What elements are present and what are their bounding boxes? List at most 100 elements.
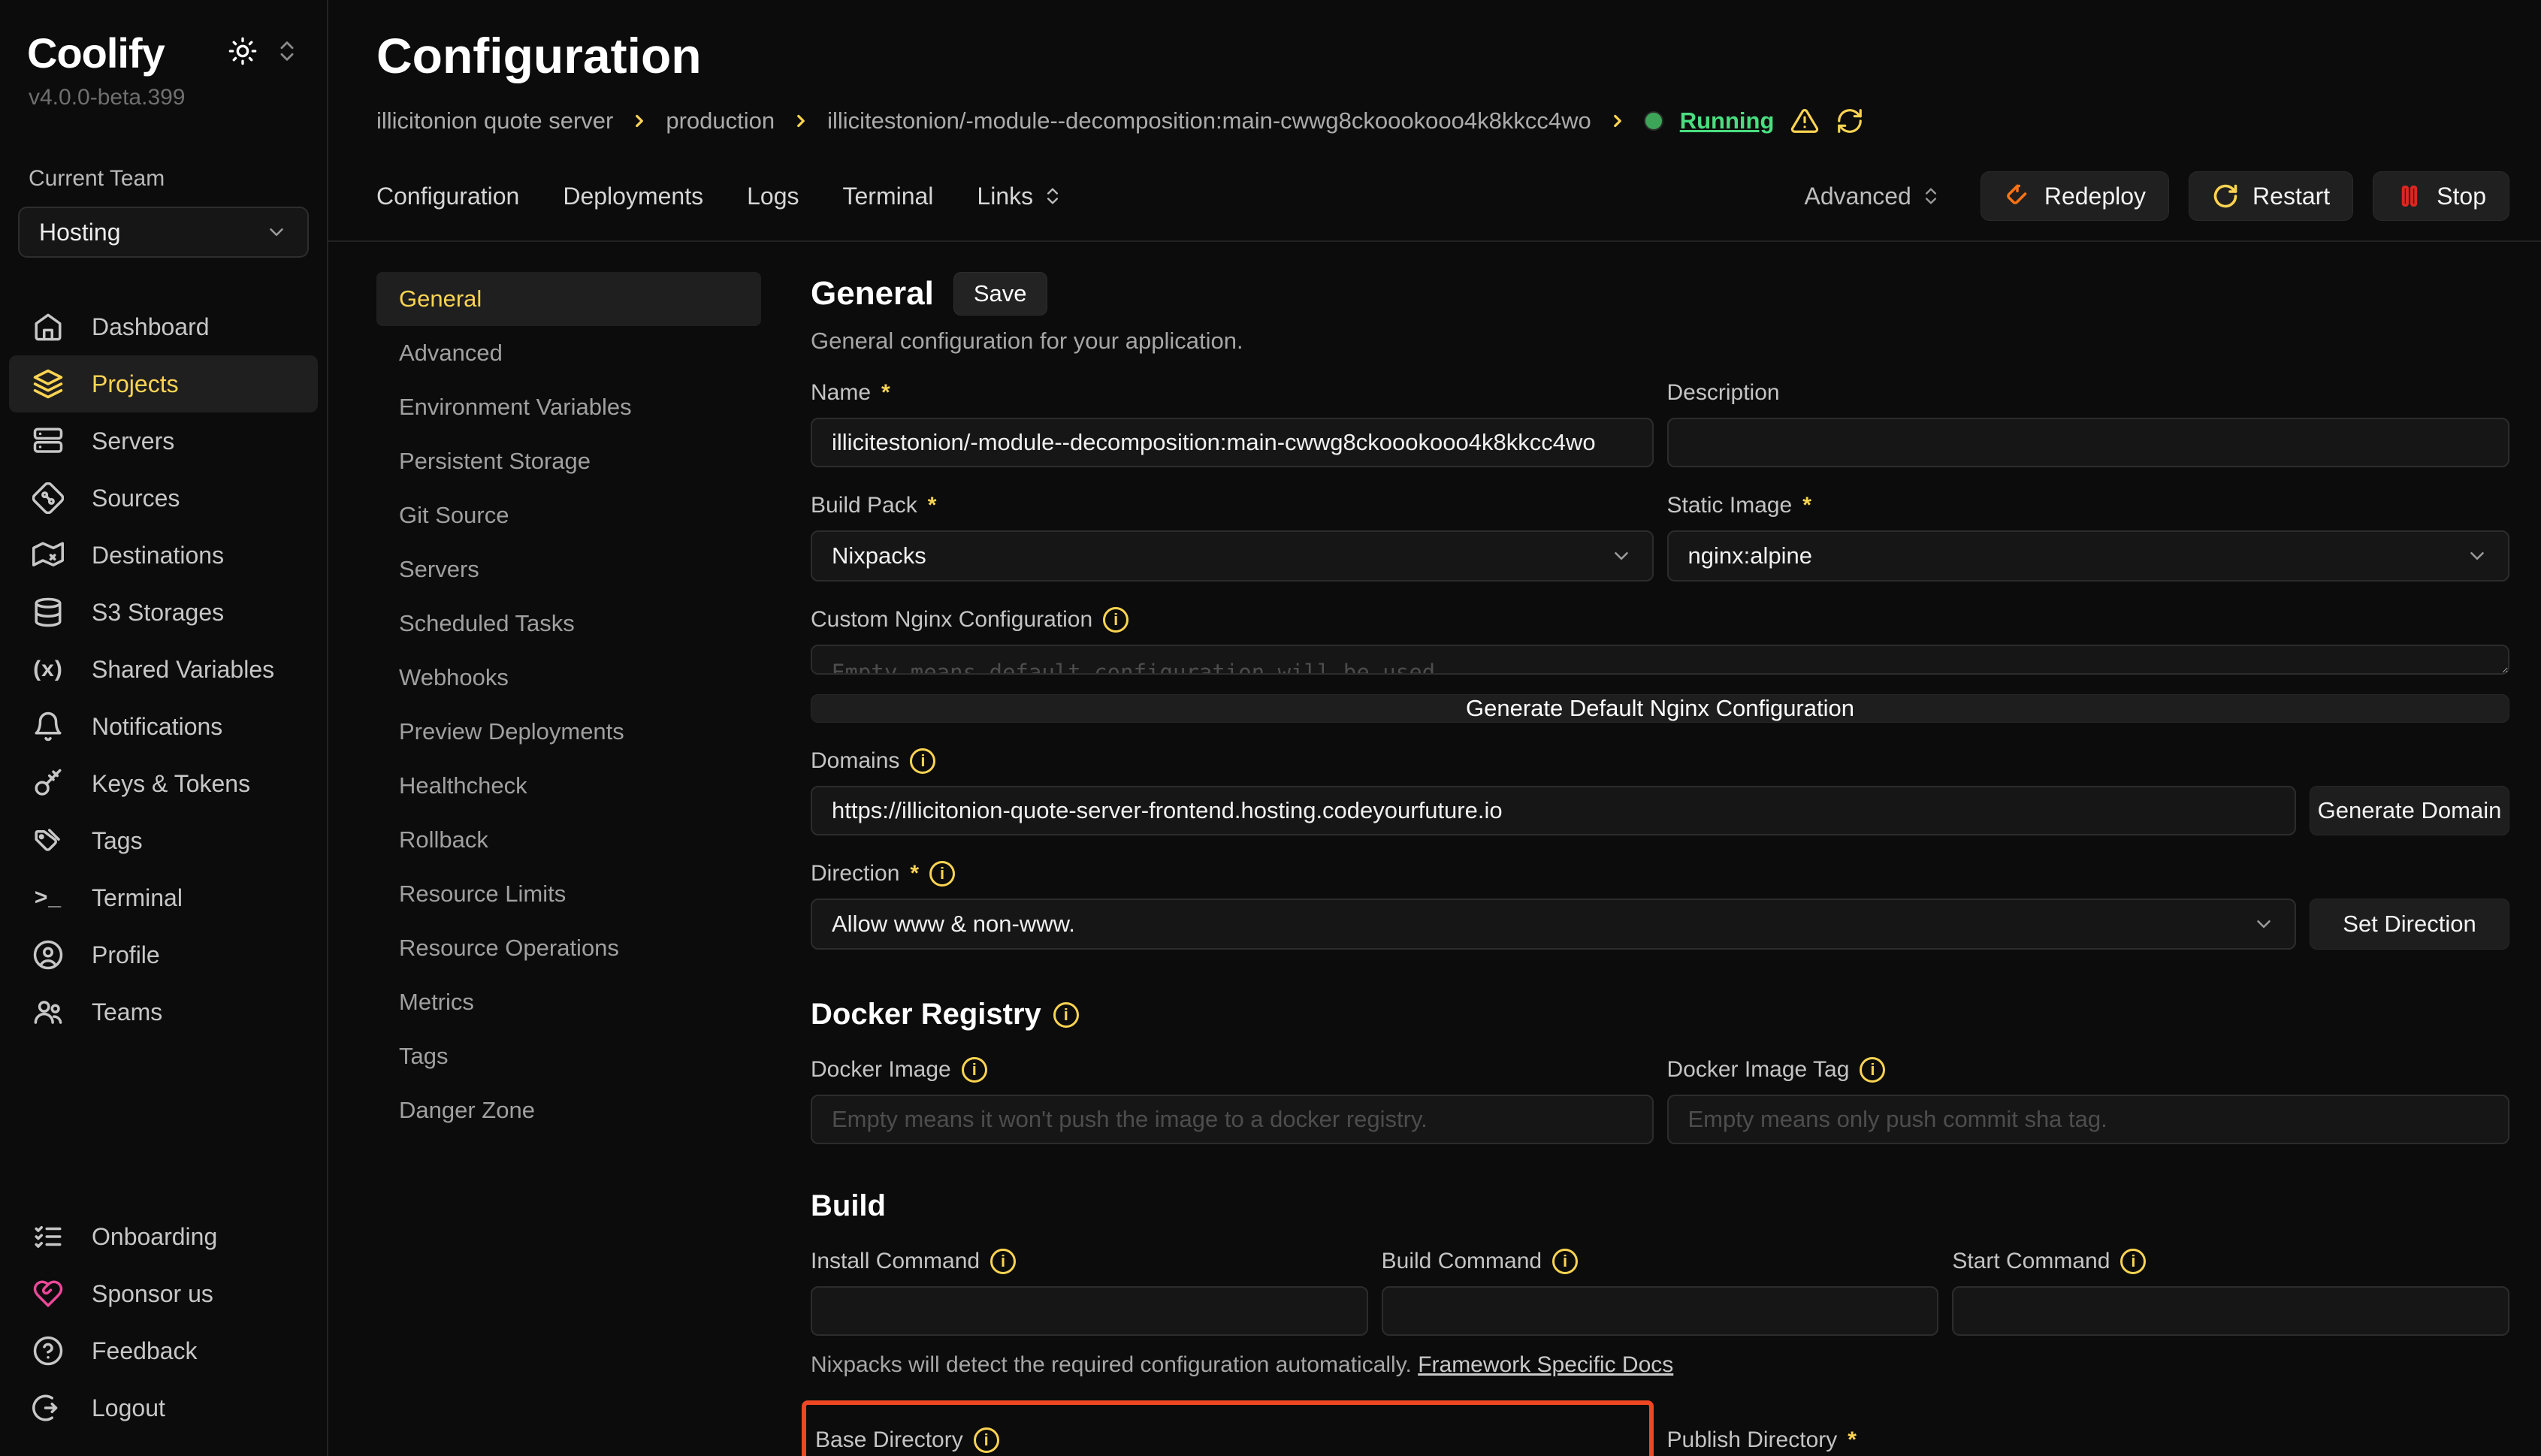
- tab-configuration[interactable]: Configuration: [376, 183, 519, 210]
- section-nav-healthcheck[interactable]: Healthcheck: [376, 759, 761, 813]
- theme-toggle-sun-icon[interactable]: [228, 36, 258, 66]
- section-nav-resource-operations[interactable]: Resource Operations: [376, 921, 761, 975]
- domains-input[interactable]: [811, 786, 2296, 835]
- sidebar-item-shared-variables[interactable]: (x) Shared Variables: [9, 641, 318, 698]
- status-dot: [1644, 111, 1663, 131]
- sidebar-item-label: Teams: [92, 998, 162, 1026]
- info-icon[interactable]: [910, 748, 935, 774]
- save-button[interactable]: Save: [953, 272, 1047, 316]
- section-nav-resource-limits[interactable]: Resource Limits: [376, 867, 761, 921]
- build-command-input[interactable]: [1382, 1286, 1939, 1336]
- sidebar-item-onboarding[interactable]: Onboarding: [9, 1208, 318, 1265]
- tab-deployments[interactable]: Deployments: [563, 183, 703, 210]
- docker-image-tag-input[interactable]: [1667, 1095, 2510, 1144]
- section-nav-scheduled-tasks[interactable]: Scheduled Tasks: [376, 597, 761, 651]
- info-icon[interactable]: [1860, 1057, 1885, 1083]
- publish-directory-label: Publish Directory*: [1667, 1427, 2510, 1453]
- required-marker: *: [1848, 1427, 1857, 1453]
- section-nav-preview-deployments[interactable]: Preview Deployments: [376, 705, 761, 759]
- advanced-dropdown-label: Advanced: [1805, 183, 1911, 210]
- stop-button[interactable]: Stop: [2373, 171, 2509, 221]
- breadcrumb-resource[interactable]: illicitestonion/-module--decomposition:m…: [827, 107, 1591, 134]
- tab-logs[interactable]: Logs: [747, 183, 799, 210]
- static-image-select[interactable]: nginx:alpine: [1667, 530, 2510, 581]
- section-nav-danger-zone[interactable]: Danger Zone: [376, 1083, 761, 1137]
- generate-domain-button[interactable]: Generate Domain: [2310, 786, 2509, 835]
- breadcrumb-environment[interactable]: production: [666, 107, 775, 134]
- refresh-icon[interactable]: [1836, 107, 1864, 135]
- sidebar-item-notifications[interactable]: Notifications: [9, 698, 318, 755]
- section-nav-persistent-storage[interactable]: Persistent Storage: [376, 434, 761, 488]
- team-select[interactable]: Hosting: [18, 207, 309, 258]
- chevron-down-icon: [2252, 913, 2275, 935]
- section-nav-metrics[interactable]: Metrics: [376, 975, 761, 1029]
- start-command-input[interactable]: [1952, 1286, 2509, 1336]
- section-nav-rollback[interactable]: Rollback: [376, 813, 761, 867]
- general-settings-form: General Save General configuration for y…: [811, 272, 2509, 1456]
- sidebar-item-projects[interactable]: Projects: [9, 355, 318, 412]
- sidebar-item-keys-tokens[interactable]: Keys & Tokens: [9, 755, 318, 812]
- sidebar-item-logout[interactable]: Logout: [9, 1379, 318, 1436]
- version-switcher-chevrons-icon[interactable]: [274, 38, 300, 64]
- docker-image-input[interactable]: [811, 1095, 1654, 1144]
- breadcrumb-project[interactable]: illicitonion quote server: [376, 107, 613, 134]
- info-icon[interactable]: [1552, 1249, 1578, 1274]
- generate-nginx-config-button[interactable]: Generate Default Nginx Configuration: [811, 694, 2509, 723]
- description-input[interactable]: [1667, 418, 2510, 467]
- sidebar-item-label: Notifications: [92, 713, 222, 741]
- tab-terminal[interactable]: Terminal: [842, 183, 933, 210]
- info-icon[interactable]: [974, 1427, 999, 1453]
- checklist-icon: [32, 1221, 65, 1252]
- sidebar-item-label: S3 Storages: [92, 599, 224, 627]
- info-icon[interactable]: [2120, 1249, 2146, 1274]
- section-nav-general[interactable]: General: [376, 272, 761, 326]
- info-icon[interactable]: [962, 1057, 987, 1083]
- sidebar-item-sponsor-us[interactable]: Sponsor us: [9, 1265, 318, 1322]
- section-nav-webhooks[interactable]: Webhooks: [376, 651, 761, 705]
- sidebar-item-profile[interactable]: Profile: [9, 926, 318, 983]
- custom-nginx-textarea[interactable]: [811, 645, 2509, 675]
- sidebar-item-dashboard[interactable]: Dashboard: [9, 298, 318, 355]
- section-nav-servers[interactable]: Servers: [376, 542, 761, 597]
- required-marker: *: [910, 861, 919, 887]
- sidebar-item-label: Feedback: [92, 1337, 198, 1365]
- info-icon[interactable]: [1053, 1002, 1079, 1028]
- sidebar-item-teams[interactable]: Teams: [9, 983, 318, 1041]
- layers-icon: [32, 368, 65, 400]
- warning-icon[interactable]: [1790, 107, 1819, 135]
- redeploy-button[interactable]: Redeploy: [1981, 171, 2169, 221]
- direction-select[interactable]: Allow www & non-www.: [811, 899, 2296, 950]
- sidebar-item-servers[interactable]: Servers: [9, 412, 318, 470]
- info-icon[interactable]: [1103, 607, 1128, 633]
- start-command-label: Start Command: [1952, 1249, 2509, 1274]
- sidebar-item-s3-storages[interactable]: S3 Storages: [9, 584, 318, 641]
- sidebar-item-sources[interactable]: Sources: [9, 470, 318, 527]
- user-circle-icon: [32, 939, 65, 971]
- section-nav-tags[interactable]: Tags: [376, 1029, 761, 1083]
- section-nav-environment-variables[interactable]: Environment Variables: [376, 380, 761, 434]
- set-direction-button[interactable]: Set Direction: [2310, 899, 2509, 950]
- tab-links[interactable]: Links: [977, 183, 1063, 210]
- name-input[interactable]: [811, 418, 1654, 467]
- build-command-label: Build Command: [1382, 1249, 1939, 1274]
- status-badge[interactable]: Running: [1680, 107, 1775, 134]
- restart-button[interactable]: Restart: [2189, 171, 2353, 221]
- sidebar-item-label: Shared Variables: [92, 656, 274, 684]
- sidebar-item-destinations[interactable]: Destinations: [9, 527, 318, 584]
- sidebar-item-tags[interactable]: Tags: [9, 812, 318, 869]
- sidebar-item-terminal[interactable]: >_ Terminal: [9, 869, 318, 926]
- framework-docs-link[interactable]: Framework Specific Docs: [1418, 1352, 1673, 1377]
- chevron-down-icon: [265, 221, 288, 243]
- chevrons-up-down-icon: [1920, 186, 1941, 207]
- install-command-input[interactable]: [811, 1286, 1368, 1336]
- build-pack-select[interactable]: Nixpacks: [811, 530, 1654, 581]
- section-nav-git-source[interactable]: Git Source: [376, 488, 761, 542]
- page-title: Configuration: [376, 27, 2509, 84]
- section-nav-advanced[interactable]: Advanced: [376, 326, 761, 380]
- info-icon[interactable]: [929, 861, 955, 887]
- sidebar-item-feedback[interactable]: Feedback: [9, 1322, 318, 1379]
- stop-pause-icon: [2396, 183, 2423, 210]
- info-icon[interactable]: [990, 1249, 1016, 1274]
- docker-image-label: Docker Image: [811, 1057, 1654, 1083]
- advanced-dropdown[interactable]: Advanced: [1805, 183, 1941, 210]
